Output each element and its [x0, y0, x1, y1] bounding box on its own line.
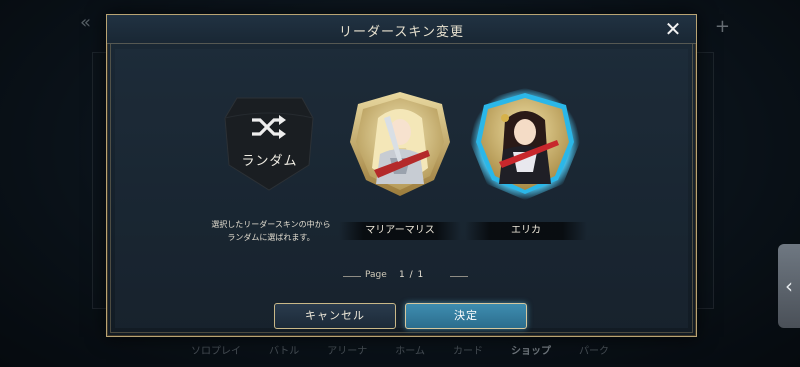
pager-line-right	[450, 276, 468, 277]
skin-portrait-erika-selected[interactable]	[469, 88, 581, 200]
close-icon[interactable]: ✕	[662, 18, 684, 40]
pager-label: Page	[365, 270, 387, 280]
pager-value: 1 / 1	[399, 270, 425, 280]
dialog-title-bar: リーダースキン変更 ✕	[107, 15, 696, 44]
page-indicator: Page 1 / 1	[343, 270, 468, 282]
skin-name-erika: エリカ	[465, 222, 587, 240]
random-skin-description: 選択したリーダースキンの中から ランダムに選ばれます。	[196, 218, 346, 244]
shuffle-icon	[252, 115, 286, 139]
cancel-button[interactable]: キャンセル	[274, 303, 396, 329]
random-description-line-1: 選択したリーダースキンの中から	[211, 220, 331, 229]
dialog-title: リーダースキン変更	[339, 25, 464, 40]
random-description-line-2: ランダムに選ばれます。	[227, 233, 315, 242]
skin-portrait-maria[interactable]	[344, 88, 456, 200]
random-skin-label: ランダム	[241, 154, 298, 169]
side-drawer-chevron-icon[interactable]: ‹	[778, 244, 800, 328]
skin-name-maria: マリアーマリス	[339, 222, 461, 240]
random-skin-option[interactable]	[217, 90, 322, 195]
pager-line-left	[343, 276, 361, 277]
confirm-button[interactable]: 決定	[405, 303, 527, 329]
